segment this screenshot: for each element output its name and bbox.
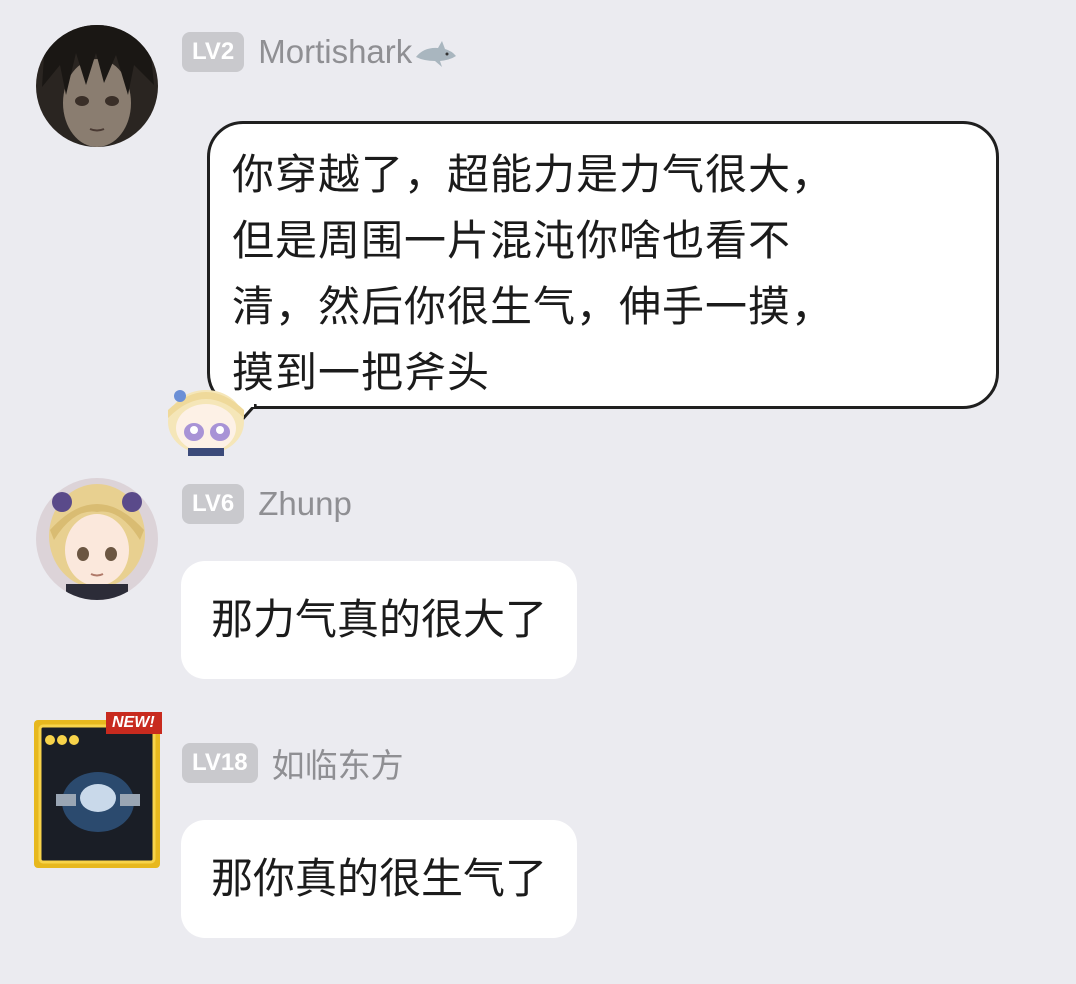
message-text-line: 你穿越了，超能力是力气很大， xyxy=(232,150,835,199)
level-badge: LV18 xyxy=(182,743,258,783)
message-text-line: 但是周围一片混沌你啥也看不 xyxy=(232,216,792,265)
message-header: LV18 如临东方 xyxy=(182,740,404,786)
shark-icon xyxy=(416,41,457,67)
level-badge: LV2 xyxy=(182,32,245,72)
message-bubble[interactable]: 那你真的很生气了 xyxy=(181,820,578,938)
username[interactable]: Zhunp xyxy=(258,485,352,523)
level-badge: LV6 xyxy=(182,484,245,524)
username[interactable]: 如临东方 xyxy=(272,739,404,787)
message-text: 那你真的很生气了 xyxy=(211,854,548,903)
message-text: 那力气真的很大了 xyxy=(211,595,548,644)
username[interactable]: Mortishark xyxy=(258,33,412,71)
avatar[interactable]: NEW! xyxy=(34,712,162,868)
message-text-line: 摸到一把斧头 xyxy=(232,348,491,397)
message-bubble[interactable]: 那力气真的很大了 xyxy=(181,561,578,679)
new-badge: NEW! xyxy=(112,714,155,731)
message-text-line: 清，然后你很生气，伸手一摸， xyxy=(232,282,835,331)
message-bubble[interactable]: 你穿越了，超能力是力气很大， 但是周围一片混沌你啥也看不 清，然后你很生气，伸手… xyxy=(207,121,999,409)
message-header: LV6 Zhunp xyxy=(182,481,352,527)
bubble-sticker-icon xyxy=(168,390,244,456)
message-header: LV2 Mortishark xyxy=(182,29,458,75)
avatar[interactable] xyxy=(36,25,158,147)
avatar[interactable] xyxy=(36,478,158,600)
